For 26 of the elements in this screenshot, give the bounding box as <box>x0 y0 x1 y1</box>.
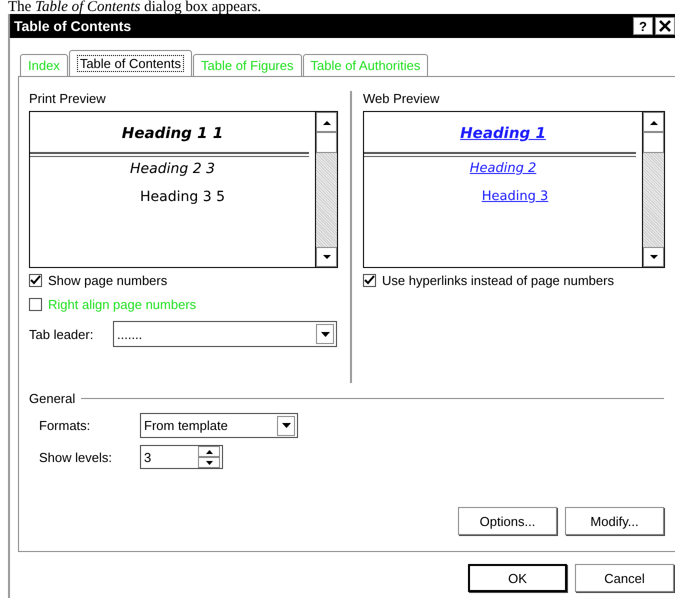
window-title: Table of Contents <box>14 18 132 34</box>
preview-link[interactable]: Heading 2 <box>470 161 536 189</box>
checkbox-label: Show page numbers <box>48 272 168 288</box>
dialog-button[interactable]: Cancel <box>575 564 674 592</box>
checkbox-label: Right align page numbers <box>48 296 196 312</box>
tab[interactable]: Table of Contents <box>68 50 192 76</box>
preview-heading: Heading 3 5 <box>140 189 225 205</box>
group-title: General <box>29 391 76 406</box>
formats-dropdown[interactable]: From template <box>140 413 298 438</box>
field-label: Formats: <box>39 418 92 433</box>
field-label: Tab leader: <box>29 326 94 342</box>
checkbox-label: Use hyperlinks instead of page numbers <box>382 272 614 288</box>
preview-heading: Heading 1 1 <box>122 124 224 144</box>
help-button[interactable]: ? <box>633 17 653 35</box>
caption-text: The Table of Contents dialog box appears. <box>7 0 262 14</box>
dialog-button[interactable]: Options... <box>458 507 557 535</box>
preview-link[interactable]: Heading 1 <box>460 124 546 152</box>
levels-spinner[interactable]: 3 <box>140 445 223 469</box>
section-label: Print Preview <box>29 91 107 108</box>
tab-leader-dropdown[interactable]: ....... <box>113 321 337 347</box>
section-label: Web Preview <box>363 91 440 108</box>
preview-link[interactable]: Heading 3 <box>482 189 548 204</box>
dialog-button[interactable]: OK <box>468 564 567 592</box>
dialog-button[interactable]: Modify... <box>565 507 664 535</box>
preview-heading: Heading 2 3 <box>130 161 215 179</box>
field-label: Show levels: <box>39 450 113 464</box>
